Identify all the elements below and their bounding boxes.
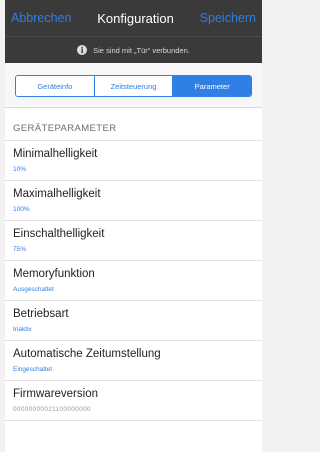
param-value: Ausgeschaltet [13,286,54,293]
info-icon: i [77,45,88,55]
param-title: Maximalhelligkeit [13,188,101,200]
segmented-control: Geräteinfo Zeitsteuerung Parameter [15,75,252,97]
cancel-button[interactable]: Abbrechen [11,11,71,25]
param-title: Minimalhelligkeit [13,148,98,160]
param-value: 75% [13,246,27,253]
connection-text: Sie sind mit „Tür“ verbunden. [93,45,190,55]
tab-bar-container: Geräteinfo Zeitsteuerung Parameter [5,63,262,108]
param-value: 100% [13,206,30,213]
param-value: Eingeschaltet [13,366,53,373]
param-title: Firmwareversion [13,388,98,400]
save-button[interactable]: Speichern [200,11,256,25]
param-value: 00000000021100000000 [13,406,91,413]
param-row-einschalthelligkeit[interactable]: Einschalthelligkeit 75% [5,220,262,260]
param-row-memoryfunktion[interactable]: Memoryfunktion Ausgeschaltet [5,260,262,300]
parameter-list: Minimalhelligkeit 10% Maximalhelligkeit … [5,140,262,421]
navigation-bar: Abbrechen Konfiguration Speichern [5,0,262,36]
tab-zeitsteuerung[interactable]: Zeitsteuerung [94,76,174,96]
section-header: GERÄTEPARAMETER [13,123,117,134]
tab-parameter[interactable]: Parameter [173,76,251,96]
param-value: Inaktiv [13,326,32,333]
tab-geraeteinfo[interactable]: Geräteinfo [16,76,95,96]
page-title: Konfiguration [97,10,174,26]
param-value: 10% [13,166,27,173]
param-title: Betriebsart [13,308,69,320]
param-title: Einschalthelligkeit [13,228,105,240]
param-title: Automatische Zeitumstellung [13,348,161,360]
param-row-betriebsart[interactable]: Betriebsart Inaktiv [5,300,262,340]
param-title: Memoryfunktion [13,268,95,280]
param-row-firmwareversion: Firmwareversion 00000000021100000000 [5,380,262,420]
param-row-automatische-zeitumstellung[interactable]: Automatische Zeitumstellung Eingeschalte… [5,340,262,380]
connection-banner: i Sie sind mit „Tür“ verbunden. [5,36,262,63]
param-row-minimalhelligkeit[interactable]: Minimalhelligkeit 10% [5,140,262,180]
param-row-maximalhelligkeit[interactable]: Maximalhelligkeit 100% [5,180,262,220]
config-screen: Abbrechen Konfiguration Speichern i Sie … [5,0,262,452]
